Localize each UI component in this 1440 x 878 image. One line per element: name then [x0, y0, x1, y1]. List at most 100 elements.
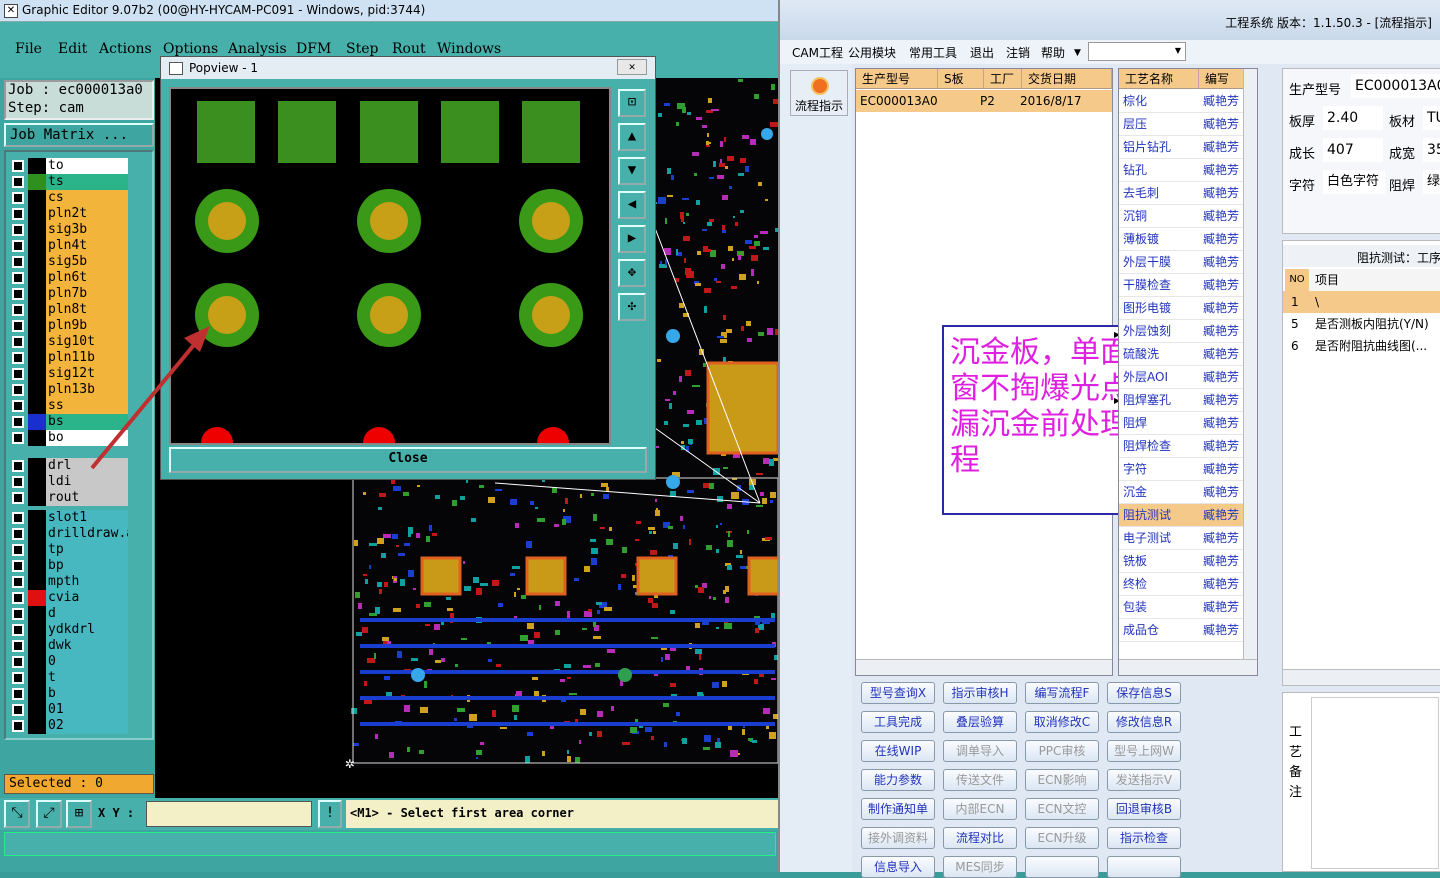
process-row[interactable]: 层压 臧艳芳: [1119, 113, 1243, 136]
menu-analysis[interactable]: Analysis: [228, 41, 287, 57]
layer-checkbox[interactable]: [12, 192, 24, 204]
layer-row-02[interactable]: 02: [10, 718, 128, 734]
layer-checkbox[interactable]: [12, 672, 24, 684]
action-button-6-2[interactable]: [1025, 856, 1099, 878]
action-button-6-3[interactable]: [1107, 856, 1181, 878]
layer-checkbox[interactable]: [12, 384, 24, 396]
menu-edit[interactable]: Edit: [58, 41, 87, 57]
grid-icon[interactable]: ⊞: [66, 800, 92, 828]
process-row[interactable]: 钻孔 臧艳芳: [1119, 159, 1243, 182]
soldermask-field[interactable]: 绿: [1423, 170, 1440, 194]
menu-file[interactable]: File: [15, 41, 42, 57]
layer-checkbox[interactable]: [12, 352, 24, 364]
action-button-0-0[interactable]: 型号查询X: [861, 682, 935, 704]
col-item[interactable]: 项目: [1309, 269, 1440, 291]
layer-checkbox[interactable]: [12, 240, 24, 252]
col-model[interactable]: 生产型号: [856, 69, 938, 89]
action-button-1-2[interactable]: 取消修改C: [1025, 711, 1099, 733]
menu-exit[interactable]: 退出: [970, 44, 994, 61]
model-field[interactable]: EC000013A0: [1351, 74, 1440, 98]
xy-input[interactable]: [146, 801, 312, 827]
length-field[interactable]: 407: [1323, 138, 1383, 162]
action-button-3-3[interactable]: 发送指示V: [1107, 769, 1181, 791]
impedance-hscrollbar[interactable]: [1283, 669, 1440, 685]
help-dropdown-icon[interactable]: ▼: [1074, 48, 1081, 58]
layer-row-01[interactable]: 01: [10, 702, 128, 718]
action-button-6-1[interactable]: MES同步: [943, 856, 1017, 878]
layer-checkbox[interactable]: [12, 560, 24, 572]
layer-row-pln8t[interactable]: pln8t: [10, 302, 128, 318]
menu-common-module[interactable]: 公用模块: [848, 44, 896, 61]
layer-checkbox[interactable]: [12, 288, 24, 300]
impedance-row[interactable]: 1 \: [1283, 291, 1440, 313]
layer-row-sig5b[interactable]: sig5b: [10, 254, 128, 270]
action-button-5-1[interactable]: 流程对比: [943, 827, 1017, 849]
layer-checkbox[interactable]: [12, 656, 24, 668]
menu-step[interactable]: Step: [346, 41, 378, 57]
zoom-in-icon[interactable]: ✥: [618, 259, 646, 287]
layer-row-cvia[interactable]: cvia: [10, 590, 128, 606]
action-button-4-2[interactable]: ECN文控: [1025, 798, 1099, 820]
layer-checkbox[interactable]: [12, 272, 24, 284]
layer-row-pln2t[interactable]: pln2t: [10, 206, 128, 222]
menu-dfm[interactable]: DFM: [296, 41, 331, 57]
pan-down-icon[interactable]: ▼: [618, 157, 646, 185]
menu-actions[interactable]: Actions: [99, 41, 152, 57]
process-vscrollbar[interactable]: [1243, 69, 1257, 659]
job-matrix-button[interactable]: Job Matrix ...: [4, 123, 154, 147]
action-button-5-3[interactable]: 指示检查: [1107, 827, 1181, 849]
width-field[interactable]: 35: [1423, 138, 1440, 162]
process-row[interactable]: 阻焊塞孔 臧艳芳: [1119, 389, 1243, 412]
action-button-3-2[interactable]: ECN影响: [1025, 769, 1099, 791]
action-button-4-3[interactable]: 回退审核B: [1107, 798, 1181, 820]
popview-close-x-button[interactable]: ✕: [617, 59, 647, 75]
layer-row-ss[interactable]: ss: [10, 398, 128, 414]
layer-checkbox[interactable]: [12, 176, 24, 188]
process-row[interactable]: 干膜检查 臧艳芳: [1119, 274, 1243, 297]
action-button-0-2[interactable]: 编写流程F: [1025, 682, 1099, 704]
flow-indicator-button[interactable]: 流程指示: [790, 70, 848, 116]
pan-right-icon[interactable]: ▶: [618, 225, 646, 253]
orders-hscrollbar[interactable]: [856, 659, 1112, 675]
process-row[interactable]: 阻抗测试 臧艳芳: [1119, 504, 1243, 527]
layer-checkbox[interactable]: [12, 576, 24, 588]
layer-row-bs[interactable]: bs: [10, 414, 128, 430]
layer-row-ydkdrl[interactable]: ydkdrl: [10, 622, 128, 638]
impedance-row[interactable]: 6 是否附阻抗曲线图(...: [1283, 335, 1440, 357]
process-row[interactable]: 沉金 臧艳芳: [1119, 481, 1243, 504]
layer-row-ldi[interactable]: ldi: [10, 474, 128, 490]
col-s-board[interactable]: S板: [938, 69, 984, 89]
layer-row-pln6t[interactable]: pln6t: [10, 270, 128, 286]
layer-checkbox[interactable]: [12, 224, 24, 236]
popview-close-button[interactable]: Close: [169, 447, 647, 473]
layer-checkbox[interactable]: [12, 476, 24, 488]
action-button-4-1[interactable]: 内部ECN: [943, 798, 1017, 820]
layer-row-mpth[interactable]: mpth: [10, 574, 128, 590]
layer-checkbox[interactable]: [12, 320, 24, 332]
pan-left-icon[interactable]: ◀: [618, 191, 646, 219]
layer-row-t[interactable]: t: [10, 670, 128, 686]
silkscreen-field[interactable]: 白色字符: [1323, 170, 1385, 194]
zoom-out-icon[interactable]: ✣: [618, 293, 646, 321]
process-hscrollbar[interactable]: [1119, 659, 1257, 675]
col-writer[interactable]: 编写: [1199, 69, 1245, 89]
process-row[interactable]: 图形电镀 臧艳芳: [1119, 297, 1243, 320]
layer-row-sig12t[interactable]: sig12t: [10, 366, 128, 382]
layer-row-drl[interactable]: drl: [10, 458, 128, 474]
process-row[interactable]: 去毛刺 臧艳芳: [1119, 182, 1243, 205]
col-delivery-date[interactable]: 交货日期: [1022, 69, 1112, 89]
alert-icon[interactable]: !: [318, 800, 342, 828]
menu-rout[interactable]: Rout: [392, 41, 426, 57]
cam-combo-box[interactable]: ▼: [1088, 42, 1186, 61]
menu-options[interactable]: Options: [163, 41, 218, 57]
process-row[interactable]: 阻焊检查 臧艳芳: [1119, 435, 1243, 458]
action-button-1-3[interactable]: 修改信息R: [1107, 711, 1181, 733]
layer-checkbox[interactable]: [12, 608, 24, 620]
layer-checkbox[interactable]: [12, 432, 24, 444]
layer-checkbox[interactable]: [12, 688, 24, 700]
layer-checkbox[interactable]: [12, 704, 24, 716]
process-row[interactable]: 电子测试 臧艳芳: [1119, 527, 1243, 550]
zoom-fit-icon[interactable]: ⊡: [618, 89, 646, 117]
action-button-2-0[interactable]: 在线WIP: [861, 740, 935, 762]
layer-row-bo[interactable]: bo: [10, 430, 128, 446]
